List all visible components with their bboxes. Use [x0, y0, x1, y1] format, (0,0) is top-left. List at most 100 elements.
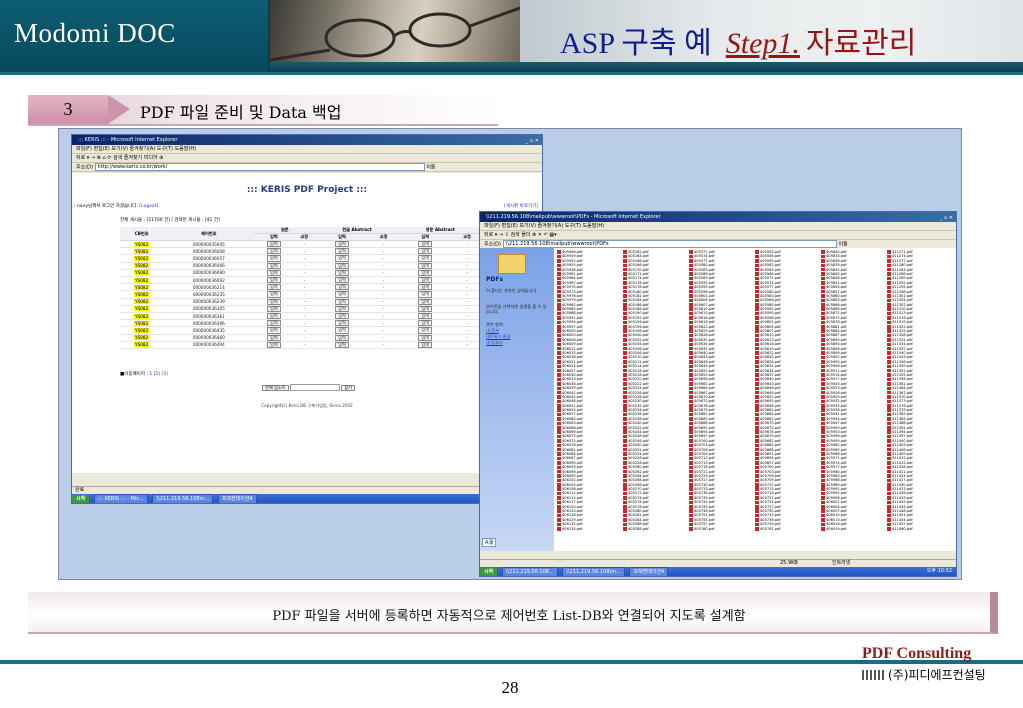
title-main: ASP 구축 예: [560, 27, 712, 60]
input-button[interactable]: 입력: [418, 320, 433, 327]
window-controls-icon[interactable]: _ ▫ ✕: [526, 136, 539, 146]
input-button[interactable]: 입력: [418, 262, 433, 269]
taskbar-item[interactable]: \\211.219.56.108\n...: [152, 494, 214, 503]
board-link[interactable]: [게시판 바로가기]: [504, 203, 538, 209]
input-button[interactable]: 입력: [335, 262, 349, 269]
start-button[interactable]: 시작: [480, 568, 498, 576]
input-button[interactable]: 입력: [418, 298, 433, 305]
table-row: YS082 000000036305 입력 - 입력 - 입력 -: [120, 305, 482, 314]
input-button[interactable]: 입력: [266, 248, 281, 255]
input-button[interactable]: 입력: [335, 248, 349, 255]
table-cell: -: [368, 326, 399, 335]
input-button[interactable]: 입력: [266, 320, 281, 327]
input-button[interactable]: 입력: [266, 269, 281, 277]
input-button[interactable]: 입력: [266, 255, 281, 262]
input-button[interactable]: 입력: [266, 313, 281, 320]
task-line: 아이콘을 선택하면 설명을 볼 수 있습니다.: [486, 304, 547, 314]
input-button[interactable]: 입력: [335, 241, 349, 248]
file-column: 405946.pdf 405949.pdf 405952.pdf 405955.pdf…: [557, 250, 617, 531]
table-cell: YS082: [120, 283, 164, 292]
ime-button[interactable]: A漢: [482, 538, 497, 547]
input-button[interactable]: 입력: [266, 277, 281, 284]
input-button[interactable]: 입력: [418, 341, 433, 349]
table-cell: -: [293, 247, 316, 256]
pdf-file-item[interactable]: 405760.pdf: [689, 527, 749, 531]
taskbar-item[interactable]: 프레젠테이션4: [217, 494, 257, 503]
input-button[interactable]: 입력: [266, 284, 281, 291]
task-link-my-documents[interactable]: 내 문서: [486, 328, 550, 333]
search-button[interactable]: 찾기: [341, 384, 356, 391]
table-cell: 입력: [398, 240, 452, 249]
input-button[interactable]: 입력: [335, 277, 349, 284]
input-button[interactable]: 입력: [418, 248, 433, 255]
table-cell: -: [451, 290, 482, 299]
task-link-my-computer[interactable]: 내 컴퓨터: [486, 340, 550, 345]
input-button[interactable]: 입력: [335, 334, 349, 341]
taskbar-item[interactable]: \\211.219.56.108\m...: [562, 567, 625, 576]
pdf-file-item[interactable]: 411460.pdf: [887, 527, 947, 531]
folder-menubar[interactable]: 파일(F) 편집(E) 보기(V) 즐겨찾기(A) 도구(T) 도움말(H): [480, 222, 956, 231]
record-count: 전체 게시물 : [21700 건] / 검색된 게시물 : [41 건]: [120, 218, 220, 223]
input-button[interactable]: 입력: [266, 334, 281, 341]
input-button[interactable]: 입력: [335, 291, 349, 298]
table-cell: -: [451, 276, 482, 285]
input-button[interactable]: 입력: [335, 327, 349, 334]
input-button[interactable]: 입력: [266, 291, 281, 298]
input-button[interactable]: 입력: [335, 305, 349, 313]
table-cell: -: [368, 254, 399, 263]
edit-dash: -: [382, 241, 385, 247]
input-button[interactable]: 입력: [266, 241, 281, 248]
keris-address-input[interactable]: http://www.keris.co.kr/work/: [94, 163, 425, 171]
cb-badge: YS082: [134, 270, 150, 276]
go-button[interactable]: 이동: [426, 165, 435, 171]
table-cell: 입력: [315, 341, 369, 350]
pdf-file-item[interactable]: 406135.pdf: [557, 527, 617, 531]
input-button[interactable]: 입력: [266, 262, 281, 269]
th-input: 입력: [254, 233, 294, 241]
table-cell: 000000036460: [163, 334, 255, 342]
window-controls-icon[interactable]: _ ▫ ✕: [940, 213, 953, 223]
input-button[interactable]: 입력: [418, 334, 433, 341]
input-button[interactable]: 입력: [418, 313, 433, 320]
input-button[interactable]: 입력: [418, 277, 433, 284]
input-button[interactable]: 입력: [266, 305, 281, 313]
pdf-file-item[interactable]: 406019.pdf: [821, 527, 881, 531]
taskbar-item[interactable]: 프레젠테이션4: [629, 567, 669, 576]
table-cell: -: [368, 283, 399, 292]
input-button[interactable]: 입력: [418, 284, 433, 291]
task-link-network[interactable]: 네트워크 환경: [486, 334, 550, 339]
input-button[interactable]: 입력: [335, 320, 349, 327]
input-button[interactable]: 입력: [335, 284, 349, 291]
keris-menubar[interactable]: 파일(F) 편집(E) 보기(V) 즐겨찾기(A) 도구(T) 도움말(H): [72, 145, 542, 154]
input-button[interactable]: 입력: [335, 255, 349, 262]
input-button[interactable]: 입력: [266, 327, 281, 334]
input-button[interactable]: 입력: [266, 298, 281, 305]
input-button[interactable]: 입력: [418, 291, 433, 298]
go-button[interactable]: 이동: [839, 242, 848, 248]
input-button[interactable]: 입력: [418, 305, 433, 313]
keris-toolbar[interactable]: 뒤로 ▾ → ⊗ ⌂ ⟳ 검색 즐겨찾기 미디어 ⊕: [72, 154, 542, 163]
edit-dash: -: [382, 263, 385, 269]
folder-toolbar[interactable]: 뒤로 ▾ → ⇧ 검색 폴더 ⊗ ✕ ↶ ▦▾: [480, 231, 956, 240]
folder-address-input[interactable]: \\211.219.56.108\mailpub\wwwroot\PDFs: [502, 240, 837, 248]
pdf-file-item[interactable]: 405288.pdf: [623, 527, 683, 531]
taskbar-item[interactable]: \\211.219.56.108...: [501, 567, 558, 576]
search-select[interactable]: 전체 검소트: [262, 384, 289, 391]
input-button[interactable]: 입력: [418, 255, 433, 262]
input-button[interactable]: 입력: [418, 327, 433, 334]
input-button[interactable]: 입력: [418, 241, 433, 248]
input-button[interactable]: 입력: [266, 341, 281, 349]
pager-links[interactable]: 1 [2] [3]: [149, 372, 167, 377]
input-button[interactable]: 입력: [335, 298, 349, 305]
logout-link[interactable]: [Logout]: [139, 204, 158, 209]
control-number: 000000036396: [192, 320, 225, 326]
table-cell: 입력: [398, 326, 452, 335]
search-input[interactable]: [289, 384, 340, 391]
pdf-file-item[interactable]: 405742.pdf: [755, 527, 815, 531]
input-button[interactable]: 입력: [335, 313, 349, 320]
input-button[interactable]: 입력: [335, 269, 349, 277]
input-button[interactable]: 입력: [335, 341, 349, 349]
input-button[interactable]: 입력: [418, 269, 433, 277]
taskbar-item[interactable]: ::: KERIS ::: - Mic...: [93, 494, 148, 503]
start-button[interactable]: 시작: [72, 495, 90, 503]
